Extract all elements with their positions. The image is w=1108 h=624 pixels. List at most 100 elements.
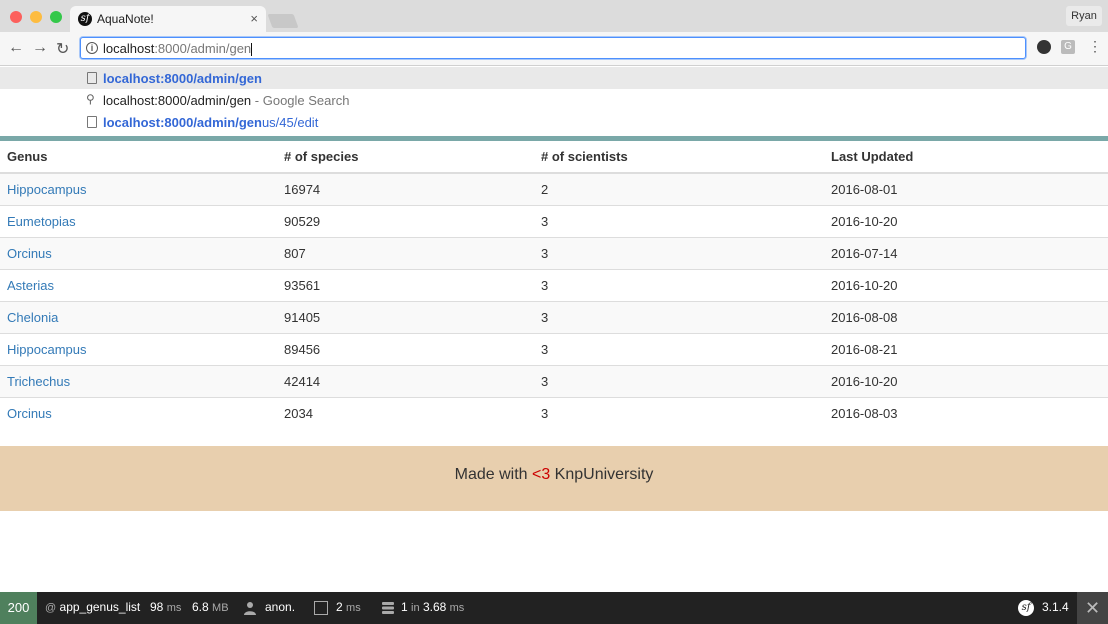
scientist-count: 3 bbox=[534, 396, 824, 429]
last-updated: 2016-10-20 bbox=[824, 268, 1108, 301]
genus-link[interactable]: Hippocampus bbox=[7, 182, 87, 197]
twig-panel[interactable]: 2 ms bbox=[314, 592, 361, 624]
last-updated: 2016-10-20 bbox=[824, 364, 1108, 397]
suggestion-text: localhost:8000/admin/genus/45/edit bbox=[103, 115, 318, 130]
table-row: Hippocampus 89456 3 2016-08-21 bbox=[0, 332, 1108, 365]
suggestion-match: localhost:8000/admin/gen bbox=[103, 115, 262, 130]
table-header-row: Genus # of species # of scientists Last … bbox=[0, 141, 1108, 174]
symfony-favicon-icon: sf bbox=[78, 12, 92, 26]
column-header-last-updated: Last Updated bbox=[824, 141, 1108, 174]
suggestion-rest: localhost:8000/admin/gen bbox=[103, 93, 252, 108]
user-name: anon. bbox=[265, 600, 296, 614]
suggestion-item[interactable]: localhost:8000/admin/gen bbox=[0, 67, 1108, 89]
species-count: 93561 bbox=[277, 268, 534, 301]
suggestion-rest: us/45/edit bbox=[261, 115, 319, 130]
page-footer: Made with <3 KnpUniversity bbox=[0, 446, 1108, 511]
address-bar-text: localhost:8000/admin/gen bbox=[103, 41, 253, 57]
new-tab-button[interactable] bbox=[267, 14, 299, 28]
query-count: 1 bbox=[401, 600, 408, 614]
toolbar-close-icon[interactable]: ✕ bbox=[1077, 592, 1108, 624]
species-count: 89456 bbox=[277, 332, 534, 365]
footer-brand: KnpUniversity bbox=[550, 466, 654, 483]
species-count: 2034 bbox=[277, 396, 534, 429]
address-bar[interactable]: i localhost:8000/admin/gen bbox=[80, 37, 1026, 59]
scientist-count: 3 bbox=[534, 364, 824, 397]
suggestion-match: localhost:8000/admin/gen bbox=[103, 71, 262, 86]
address-host: localhost bbox=[103, 41, 155, 56]
table-row: Orcinus 2034 3 2016-08-03 bbox=[0, 396, 1108, 429]
genus-link[interactable]: Trichechus bbox=[7, 374, 70, 389]
symfony-logo-icon[interactable]: sf bbox=[1018, 600, 1034, 616]
browser-toolbar: ← → ↻ i localhost:8000/admin/gen G ⋮ bbox=[0, 32, 1108, 66]
database-panel[interactable]: 1 in 3.68 ms bbox=[381, 592, 464, 624]
table-row: Asterias 93561 3 2016-10-20 bbox=[0, 268, 1108, 301]
profile-button[interactable]: Ryan bbox=[1066, 6, 1102, 26]
query-time: 3.68 bbox=[422, 600, 447, 614]
table-row: Orcinus 807 3 2016-07-14 bbox=[0, 236, 1108, 269]
page-icon bbox=[87, 72, 97, 84]
scientist-count: 3 bbox=[534, 268, 824, 301]
query-time-unit: ms bbox=[449, 602, 465, 614]
browser-menu-icon[interactable]: ⋮ bbox=[1088, 38, 1102, 55]
route-prefix: @ bbox=[45, 602, 57, 614]
route-panel[interactable]: @ app_genus_list bbox=[45, 592, 140, 624]
reload-icon[interactable]: ↻ bbox=[56, 39, 69, 59]
scientist-count: 3 bbox=[534, 204, 824, 237]
forward-arrow-icon[interactable]: → bbox=[32, 39, 48, 57]
scientist-count: 3 bbox=[534, 236, 824, 269]
genus-link[interactable]: Asterias bbox=[7, 278, 54, 293]
memory-value: 6.8 bbox=[192, 600, 209, 614]
tab-close-icon[interactable]: × bbox=[250, 11, 258, 26]
scientist-count: 2 bbox=[534, 172, 824, 205]
species-count: 91405 bbox=[277, 300, 534, 333]
genus-table: Genus # of species # of scientists Last … bbox=[0, 141, 1108, 429]
last-updated: 2016-08-08 bbox=[824, 300, 1108, 333]
last-updated: 2016-08-03 bbox=[824, 396, 1108, 429]
extension-flame-icon[interactable] bbox=[1037, 40, 1051, 54]
genus-link[interactable]: Orcinus bbox=[7, 246, 52, 261]
suggestion-text: localhost:8000/admin/gen bbox=[103, 71, 262, 86]
memory-unit: MB bbox=[212, 602, 229, 614]
table-row: Trichechus 42414 3 2016-10-20 bbox=[0, 364, 1108, 397]
query-in: in bbox=[411, 602, 420, 614]
tab-title: AquaNote! bbox=[97, 12, 154, 26]
species-count: 42414 bbox=[277, 364, 534, 397]
route-name: app_genus_list bbox=[59, 600, 141, 614]
genus-link[interactable]: Eumetopias bbox=[7, 214, 76, 229]
text-caret bbox=[251, 43, 253, 57]
window-minimize-button[interactable] bbox=[30, 11, 42, 23]
time-value: 98 bbox=[150, 600, 164, 614]
scientist-count: 3 bbox=[534, 332, 824, 365]
security-panel[interactable]: anon. bbox=[243, 592, 295, 624]
render-time-value: 2 bbox=[336, 600, 343, 614]
window-close-button[interactable] bbox=[10, 11, 22, 23]
memory-panel[interactable]: 6.8 MB bbox=[192, 592, 229, 624]
status-code-badge[interactable]: 200 bbox=[0, 592, 37, 624]
footer-heart: <3 bbox=[531, 466, 551, 483]
page-icon bbox=[87, 116, 97, 128]
suggestion-suffix: - Google Search bbox=[251, 93, 350, 108]
genus-link[interactable]: Orcinus bbox=[7, 406, 52, 421]
genus-link[interactable]: Hippocampus bbox=[7, 342, 87, 357]
extension-g-icon[interactable]: G bbox=[1061, 40, 1075, 54]
back-arrow-icon[interactable]: ← bbox=[8, 39, 24, 57]
species-count: 16974 bbox=[277, 172, 534, 205]
database-icon bbox=[382, 601, 394, 614]
browser-tab-active[interactable]: sf AquaNote! × bbox=[70, 6, 266, 32]
window-maximize-button[interactable] bbox=[50, 11, 62, 23]
genus-link[interactable]: Chelonia bbox=[7, 310, 58, 325]
scientist-count: 3 bbox=[534, 300, 824, 333]
info-icon[interactable]: i bbox=[86, 42, 98, 54]
time-panel[interactable]: 98 ms bbox=[150, 592, 181, 624]
suggestion-item[interactable]: ⚲ localhost:8000/admin/gen - Google Sear… bbox=[0, 89, 1108, 111]
suggestion-item[interactable]: localhost:8000/admin/genus/45/edit bbox=[0, 111, 1108, 133]
column-header-species: # of species bbox=[277, 141, 534, 174]
symfony-debug-toolbar: 200 @ app_genus_list 98 ms 6.8 MB anon. … bbox=[0, 592, 1108, 624]
template-icon bbox=[314, 600, 328, 615]
last-updated: 2016-08-01 bbox=[824, 172, 1108, 205]
column-header-genus: Genus bbox=[0, 141, 277, 174]
last-updated: 2016-08-21 bbox=[824, 332, 1108, 365]
table-row: Eumetopias 90529 3 2016-10-20 bbox=[0, 204, 1108, 237]
symfony-version[interactable]: 3.1.4 bbox=[1042, 592, 1069, 624]
render-time-unit: ms bbox=[346, 602, 361, 614]
